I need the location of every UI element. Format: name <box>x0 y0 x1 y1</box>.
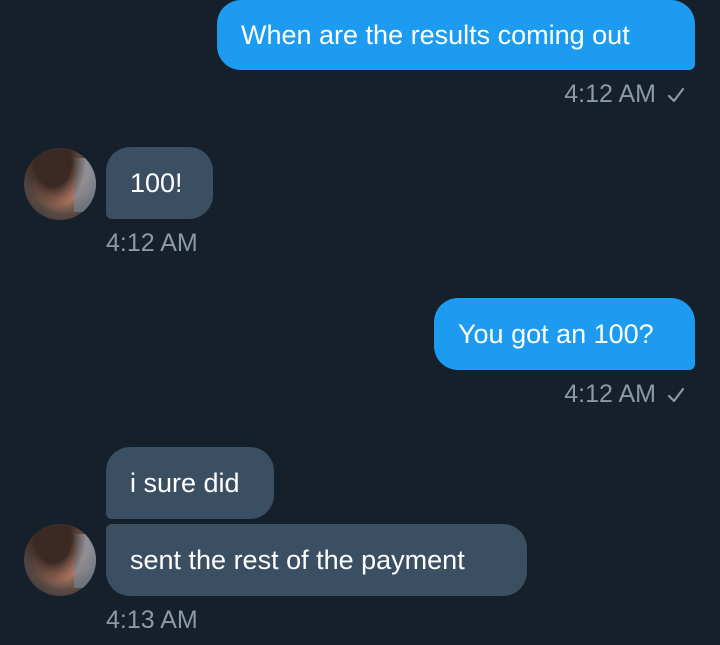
checkmark-icon <box>667 387 685 402</box>
message-bubble-incoming[interactable]: i sure did <box>106 447 274 519</box>
timestamp-text: 4:13 AM <box>106 606 198 634</box>
message-text: When are the results coming out <box>241 19 630 50</box>
message-text: 100! <box>130 167 183 198</box>
message-text: sent the rest of the payment <box>130 544 465 575</box>
message-bubble-incoming[interactable]: 100! <box>106 147 213 219</box>
message-text: You got an 100? <box>458 318 654 349</box>
message-bubble-incoming[interactable]: sent the rest of the payment <box>106 524 527 596</box>
contact-avatar[interactable] <box>24 524 96 596</box>
contact-avatar[interactable] <box>24 148 96 220</box>
message-timestamp: 4:12 AM <box>564 80 686 109</box>
chat-screen: { "messages": [ { "text": "When are the … <box>0 0 720 645</box>
message-timestamp: 4:12 AM <box>106 229 198 258</box>
message-timestamp: 4:13 AM <box>106 606 198 635</box>
message-timestamp: 4:12 AM <box>564 380 686 409</box>
timestamp-text: 4:12 AM <box>564 80 656 108</box>
checkmark-icon <box>667 87 685 102</box>
message-text: i sure did <box>130 467 240 498</box>
message-bubble-outgoing[interactable]: You got an 100? <box>434 298 695 370</box>
timestamp-text: 4:12 AM <box>564 380 656 408</box>
message-bubble-outgoing[interactable]: When are the results coming out <box>217 0 695 70</box>
timestamp-text: 4:12 AM <box>106 229 198 257</box>
